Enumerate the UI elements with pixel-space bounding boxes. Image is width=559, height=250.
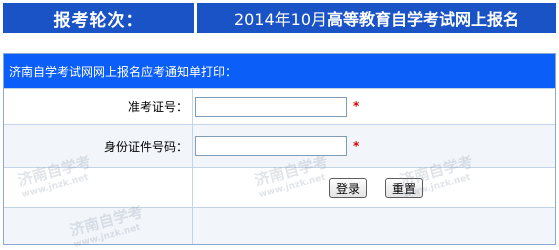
admission-number-label: 准考证号： (4, 89, 193, 124)
round-value-prefix: 2014年10月 (233, 10, 328, 29)
required-mark: * (353, 139, 360, 153)
id-number-row: 身份证件号码： * (4, 124, 555, 167)
round-value: 2014年10月 高等教育自学考试网上报名 (197, 3, 556, 33)
round-label: 报考轮次： (3, 3, 194, 33)
id-number-input[interactable] (195, 136, 347, 156)
login-button[interactable]: 登录 (329, 178, 367, 198)
id-number-label: 身份证件号码： (4, 125, 193, 167)
required-mark: * (353, 99, 360, 113)
empty-row (4, 207, 555, 244)
notice-print-form: 济南自学考试网网上报名应考通知单打印： 准考证号： * 身份证件号码： * 登录… (3, 53, 556, 245)
round-value-main: 高等教育自学考试网上报名 (327, 10, 520, 29)
admission-number-input[interactable] (195, 97, 347, 117)
reset-button[interactable]: 重置 (385, 178, 423, 198)
admission-number-row: 准考证号： * (4, 88, 555, 124)
button-row: 登录 重置 (4, 167, 555, 207)
form-title: 济南自学考试网网上报名应考通知单打印： (4, 54, 555, 88)
